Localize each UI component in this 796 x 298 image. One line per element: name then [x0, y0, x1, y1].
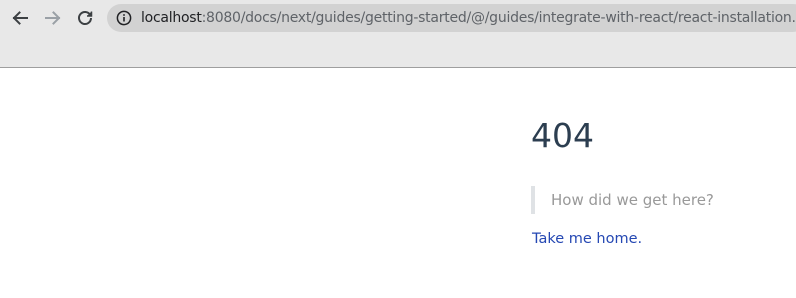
info-icon[interactable]: [116, 10, 132, 26]
error-message: How did we get here?: [551, 191, 714, 209]
error-blockquote: How did we get here?: [531, 186, 714, 214]
page-content: 404 How did we get here? Take me home.: [0, 68, 796, 298]
url-text[interactable]: localhost:8080/docs/next/guides/getting-…: [141, 9, 796, 27]
reload-button[interactable]: [73, 6, 97, 30]
browser-toolbar: localhost:8080/docs/next/guides/getting-…: [0, 0, 796, 68]
reload-icon: [76, 9, 94, 27]
arrow-left-icon: [11, 9, 29, 27]
back-button[interactable]: [8, 6, 32, 30]
url-path: :8080/docs/next/guides/getting-started/@…: [201, 10, 796, 26]
arrow-right-icon: [44, 9, 62, 27]
take-me-home-link[interactable]: Take me home.: [532, 231, 642, 247]
error-code-heading: 404: [531, 116, 594, 155]
url-host: localhost: [141, 10, 202, 26]
address-bar[interactable]: localhost:8080/docs/next/guides/getting-…: [107, 4, 796, 32]
forward-button[interactable]: [41, 6, 65, 30]
